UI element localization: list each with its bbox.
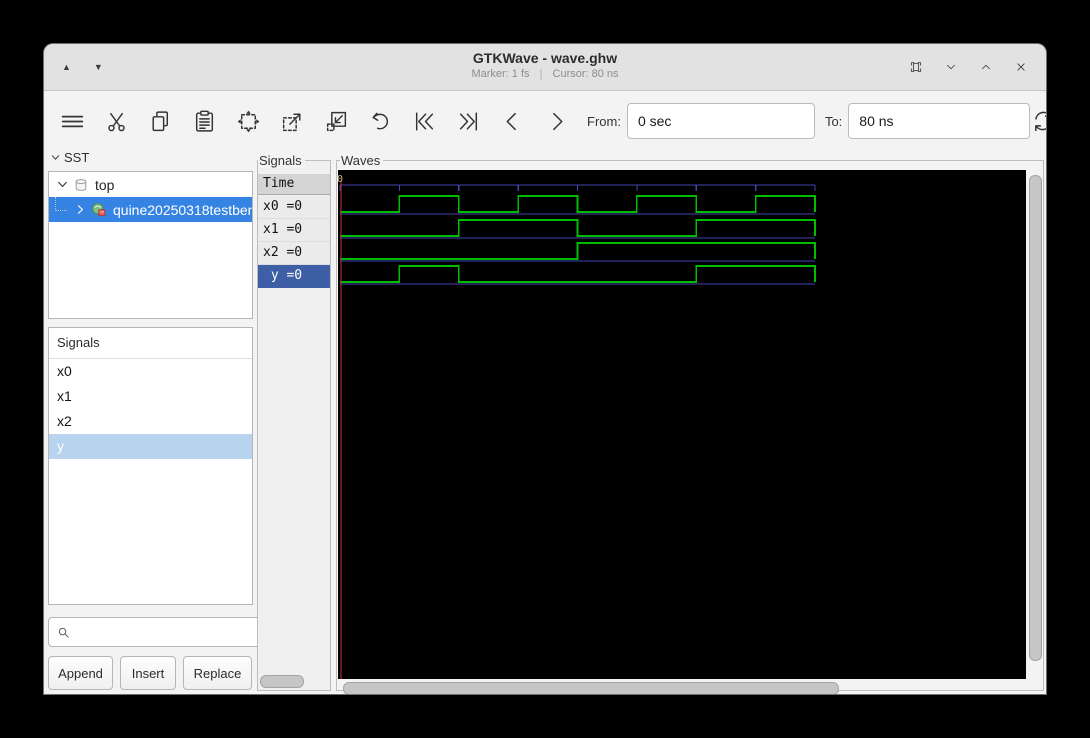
main-content: SST top quine20250318testbench Signals x… (44, 149, 1046, 694)
zoom-fit-icon[interactable] (233, 106, 263, 136)
to-input[interactable] (848, 103, 1031, 139)
go-next-icon[interactable] (541, 106, 571, 136)
search-icon (55, 624, 71, 640)
titlebar-right-controls (907, 44, 1030, 90)
tree-item[interactable]: quine20250318testbench (49, 197, 252, 222)
browser-signal-item[interactable]: x0 (49, 359, 252, 384)
signal-panel-hscrollbar[interactable] (260, 675, 304, 688)
ruler-origin-label: 0 (338, 174, 343, 185)
status-separator: | (539, 68, 543, 80)
signal-search[interactable] (48, 617, 265, 647)
browser-signal-item[interactable]: x2 (49, 409, 252, 434)
sst-tree[interactable]: top quine20250318testbench (48, 171, 253, 319)
signal-row[interactable]: x2 =0 (258, 242, 330, 265)
window-title: GTKWave - wave.ghw (472, 50, 618, 66)
toolbar: From: To: (44, 91, 1046, 151)
go-first-icon[interactable] (409, 106, 439, 136)
cut-icon[interactable] (101, 106, 131, 136)
signal-row[interactable]: x0 =0 (258, 196, 330, 219)
browser-buttons: Append Insert Replace (48, 656, 253, 690)
module-icon (91, 202, 107, 218)
browser-signal-item[interactable]: x1 (49, 384, 252, 409)
marker-status: Marker: 1 fs (471, 68, 530, 80)
close-button[interactable] (1012, 58, 1030, 76)
signal-search-input[interactable] (77, 623, 258, 641)
chevron-down-icon (50, 152, 61, 163)
waves-panel: Waves 0 (336, 153, 1044, 694)
signal-browser[interactable]: Signals x0 x1 x2 y (48, 327, 253, 605)
browser-signal-item[interactable]: y (49, 434, 252, 459)
menu-icon[interactable] (57, 106, 87, 136)
undo-icon[interactable] (365, 106, 395, 136)
append-button[interactable]: Append (48, 656, 113, 690)
chevron-right-icon[interactable] (74, 203, 87, 216)
from-label: From: (587, 113, 621, 129)
cursor-status: Cursor: 80 ns (552, 68, 619, 80)
to-label: To: (824, 113, 843, 129)
maximize-button[interactable] (977, 58, 995, 76)
waves-hscrollbar[interactable] (343, 682, 839, 694)
desktop-background: ▲ ▼ GTKWave - wave.ghw Marker: 1 fs | Cur… (0, 0, 1090, 738)
tree-item-label: quine20250318testbench (113, 201, 252, 218)
paste-icon[interactable] (189, 106, 219, 136)
signal-row[interactable]: y =0 (258, 265, 330, 288)
minimize-button[interactable] (942, 58, 960, 76)
signal-panel: Signals Time x0 =0 x1 =0 x2 =0 y =0 (257, 153, 331, 691)
time-header[interactable]: Time (258, 174, 330, 195)
signal-browser-header: Signals (49, 328, 252, 359)
sst-label: SST (64, 149, 90, 165)
go-last-icon[interactable] (453, 106, 483, 136)
sst-expander[interactable]: SST (50, 149, 89, 165)
copy-icon[interactable] (145, 106, 175, 136)
zoom-in-icon[interactable] (277, 106, 307, 136)
signal-row[interactable]: x1 =0 (258, 219, 330, 242)
go-prev-icon[interactable] (497, 106, 527, 136)
wave-canvas[interactable]: 0 (338, 170, 1026, 679)
app-window: ▲ ▼ GTKWave - wave.ghw Marker: 1 fs | Cur… (44, 44, 1046, 694)
reload-icon[interactable] (1030, 106, 1046, 136)
replace-button[interactable]: Replace (183, 656, 252, 690)
signal-panel-frame-label: Signals (258, 153, 305, 168)
insert-button[interactable]: Insert (120, 656, 176, 690)
db-icon (73, 177, 89, 193)
tree-item-label: top (95, 176, 115, 193)
fullscreen-button[interactable] (907, 58, 925, 76)
waves-frame-label: Waves (340, 153, 384, 168)
tree-item[interactable]: top (49, 172, 252, 197)
titlebar-center: GTKWave - wave.ghw Marker: 1 fs | Cursor… (44, 49, 1046, 81)
from-input[interactable] (626, 103, 815, 139)
zoom-out-icon[interactable] (321, 106, 351, 136)
waves-vscrollbar[interactable] (1029, 175, 1042, 661)
tree-connector (55, 197, 67, 211)
chevron-down-icon[interactable] (56, 178, 69, 191)
titlebar[interactable]: ▲ ▼ GTKWave - wave.ghw Marker: 1 fs | Cur… (44, 44, 1046, 91)
signal-browser-list: x0 x1 x2 y (49, 359, 252, 459)
statusline: Marker: 1 fs | Cursor: 80 ns (44, 67, 1046, 81)
